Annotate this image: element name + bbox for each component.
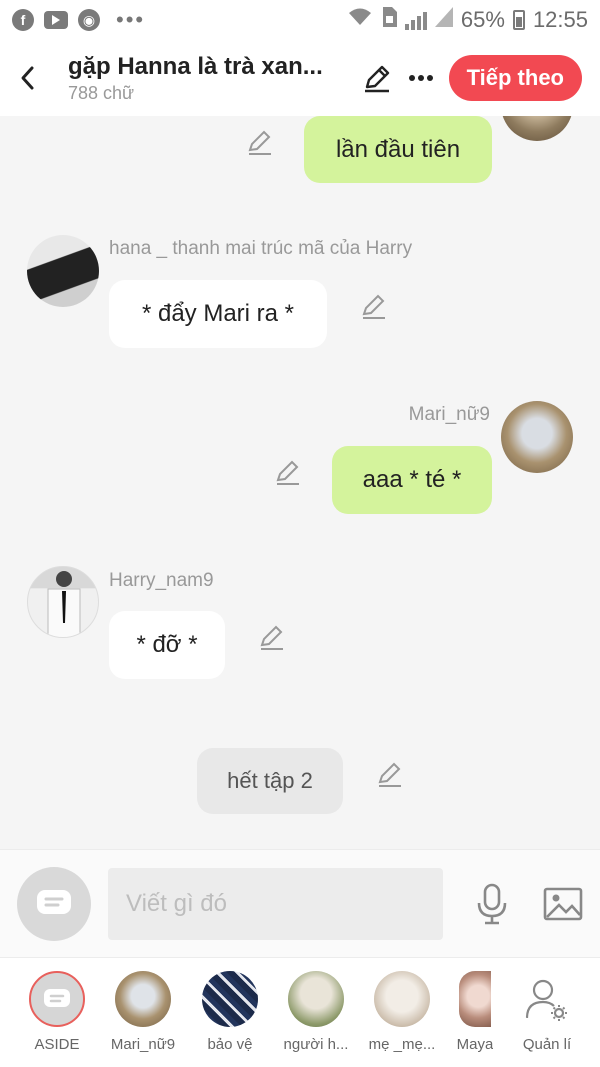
- back-button[interactable]: [0, 40, 56, 116]
- tab-label: người h...: [283, 1036, 349, 1053]
- pencil-icon[interactable]: [376, 760, 404, 788]
- sender-name: hana _ thanh mai trúc mã của Harry: [109, 238, 413, 259]
- status-left-icons: f ◉ •••: [12, 9, 145, 31]
- tab-label: bảo vệ: [207, 1036, 253, 1053]
- chevron-left-icon: [21, 66, 34, 90]
- pencil-icon[interactable]: [246, 128, 274, 156]
- next-button[interactable]: Tiếp theo: [448, 55, 582, 101]
- tab-label: mẹ _mẹ...: [368, 1036, 436, 1053]
- message-bubble[interactable]: aaa * té *: [332, 446, 492, 514]
- sim-icon: [381, 7, 397, 33]
- microphone-button[interactable]: [470, 882, 514, 926]
- narration-bubble[interactable]: hết tập 2: [197, 748, 343, 814]
- chat-bubble-icon: [44, 989, 70, 1007]
- chat-bubble-icon: [37, 890, 71, 914]
- story-title[interactable]: gặp Hanna là trà xan...: [68, 53, 338, 81]
- tab-aside[interactable]: ASIDE: [14, 958, 100, 1067]
- message-bubble[interactable]: * đẩy Mari ra *: [109, 280, 327, 348]
- status-right: 65% 12:55: [347, 7, 588, 33]
- microphone-icon: [477, 883, 507, 925]
- header-titles: gặp Hanna là trà xan... 788 chữ: [56, 53, 355, 104]
- tab-label: Quản lí: [522, 1036, 572, 1053]
- manage-icon-wrap: [519, 971, 575, 1027]
- battery-icon: [512, 10, 525, 30]
- signal-icon-2: [434, 7, 453, 33]
- status-bar: f ◉ ••• 65% 12:55: [0, 0, 600, 40]
- avatar-mari[interactable]: [501, 116, 573, 141]
- image-button[interactable]: [541, 882, 585, 926]
- avatar-hana[interactable]: [27, 235, 99, 307]
- pencil-icon[interactable]: [360, 292, 388, 320]
- message-bubble[interactable]: * đỡ *: [109, 611, 225, 679]
- pencil-icon: [364, 65, 389, 93]
- message-input[interactable]: [108, 868, 443, 940]
- word-count: 788 chữ: [68, 82, 135, 103]
- more-dots-icon: [408, 75, 433, 81]
- more-notifications-icon: •••: [116, 7, 146, 32]
- image-icon: [543, 887, 583, 921]
- avatar-figure: [47, 571, 81, 637]
- sender-name: Harry_nam9: [109, 570, 214, 591]
- signal-icon-1: [404, 10, 427, 30]
- wifi-icon: [347, 7, 373, 33]
- tab-character[interactable]: người h...: [273, 958, 359, 1067]
- avatar-harry[interactable]: [27, 566, 99, 638]
- more-options-button[interactable]: [399, 40, 443, 116]
- pencil-icon[interactable]: [274, 458, 302, 486]
- tab-label: Mari_nữ9: [110, 1036, 176, 1053]
- tab-label: ASIDE: [34, 1036, 80, 1053]
- avatar-mari[interactable]: [501, 401, 573, 473]
- tab-manage[interactable]: Quản lí: [504, 958, 590, 1067]
- character-bar: ASIDE Mari_nữ9 bảo vệ người h... mẹ _mẹ.…: [0, 957, 600, 1067]
- chrome-icon: ◉: [78, 9, 100, 31]
- edit-title-button[interactable]: [355, 40, 399, 116]
- aside-toggle-button[interactable]: [17, 867, 91, 941]
- tab-character[interactable]: bảo vệ: [187, 958, 273, 1067]
- facebook-icon: f: [12, 9, 34, 31]
- tab-label: Maya: [456, 1036, 494, 1053]
- sender-name: Mari_nữ9: [408, 404, 490, 425]
- avatar: [288, 971, 344, 1027]
- user-settings-icon: [525, 979, 567, 1021]
- tab-character[interactable]: Mari_nữ9: [100, 958, 186, 1067]
- avatar: [202, 971, 258, 1027]
- story-header: gặp Hanna là trà xan... 788 chữ Tiếp the…: [0, 40, 600, 116]
- youtube-icon: [44, 11, 68, 29]
- clock: 12:55: [532, 7, 588, 32]
- avatar: [115, 971, 171, 1027]
- pencil-icon[interactable]: [258, 623, 286, 651]
- message-bubble[interactable]: lần đầu tiên: [304, 116, 492, 183]
- chat-area[interactable]: lần đầu tiên hana _ thanh mai trúc mã củ…: [0, 116, 600, 849]
- aside-avatar: [29, 971, 85, 1027]
- message-input-bar: [0, 849, 600, 957]
- avatar: [459, 971, 491, 1027]
- battery-percent: 65%: [460, 7, 505, 32]
- avatar: [374, 971, 430, 1027]
